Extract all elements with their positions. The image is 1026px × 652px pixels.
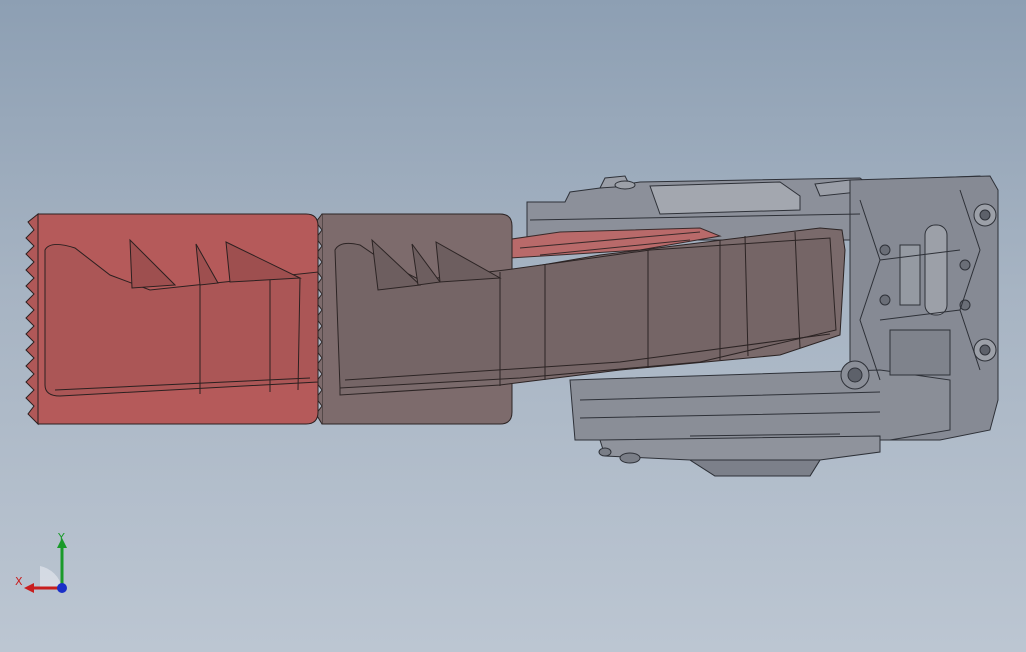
red-pedal-pad[interactable] (25, 212, 319, 426)
cad-model[interactable] (0, 0, 1026, 652)
coordinate-triad (24, 538, 67, 593)
y-axis-label: Y (58, 531, 65, 544)
cad-3d-viewport[interactable]: X Y (0, 0, 1026, 652)
z-axis-dot (57, 583, 67, 593)
x-axis-label: X (15, 575, 23, 588)
